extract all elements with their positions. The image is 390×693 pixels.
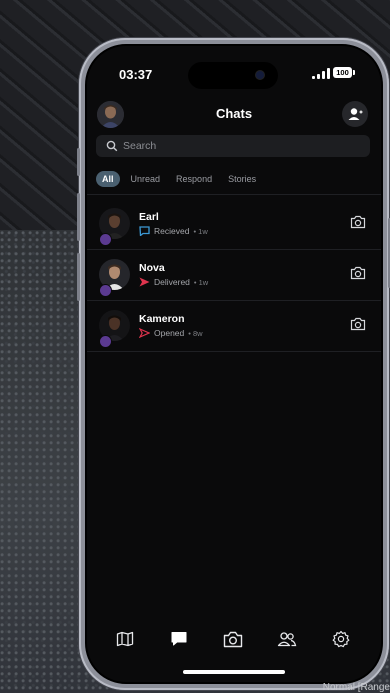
search-placeholder: Search <box>123 140 157 152</box>
add-friend-button[interactable] <box>342 101 368 127</box>
home-indicator[interactable] <box>183 670 285 674</box>
filter-stories[interactable]: Stories <box>223 171 261 187</box>
volume-up-button <box>77 193 80 241</box>
reply-camera-button[interactable] <box>350 215 366 234</box>
camera-icon <box>223 631 243 647</box>
phone-frame: 03:37 100 Chats Search All Unread Respon… <box>77 38 390 690</box>
battery-icon: 100 <box>333 67 355 78</box>
status-time: 03:37 <box>119 67 153 82</box>
chat-name: Kameron <box>139 313 185 325</box>
map-icon <box>116 631 134 647</box>
camera-icon <box>350 317 366 331</box>
filter-unread[interactable]: Unread <box>126 171 166 187</box>
chat-name: Nova <box>139 262 165 274</box>
chat-row-earl[interactable]: Earl Recieved • 1w <box>87 199 381 249</box>
reply-camera-button[interactable] <box>350 317 366 336</box>
settings-icon <box>332 630 350 648</box>
tab-settings[interactable] <box>329 628 353 650</box>
tab-friends[interactable] <box>275 628 299 650</box>
send-arrow-filled-icon <box>139 277 150 287</box>
chat-status: Opened • 8w <box>139 328 203 338</box>
chat-name: Earl <box>139 211 159 223</box>
divider <box>87 194 381 195</box>
status-ago: • 1w <box>193 277 209 287</box>
status-text: Delivered <box>154 277 190 287</box>
phone-screen: 03:37 100 Chats Search All Unread Respon… <box>85 44 383 684</box>
tab-map[interactable] <box>113 628 137 650</box>
friends-icon <box>277 632 297 647</box>
search-input[interactable]: Search <box>96 135 370 157</box>
game-overlay-text: Normal [Range <box>322 682 390 693</box>
filter-all[interactable]: All <box>96 171 120 187</box>
chat-row-nova[interactable]: Nova Delivered • 1w <box>87 250 381 300</box>
dynamic-island <box>188 62 278 89</box>
camera-icon <box>350 266 366 280</box>
send-arrow-outline-icon <box>139 328 150 338</box>
chat-row-kameron[interactable]: Kameron Opened • 8w <box>87 301 381 351</box>
status-text: Recieved <box>154 226 190 236</box>
reply-camera-button[interactable] <box>350 266 366 285</box>
chat-icon <box>171 632 187 646</box>
page-title: Chats <box>215 106 253 121</box>
chat-status: Recieved • 1w <box>139 226 208 236</box>
status-bar: 03:37 100 <box>87 46 381 90</box>
filter-respond[interactable]: Respond <box>171 171 217 187</box>
filter-chips: All Unread Respond Stories <box>96 170 261 188</box>
camera-icon <box>350 215 366 229</box>
front-camera-icon <box>256 71 264 79</box>
signal-icon <box>312 68 330 79</box>
status-ago: • 1w <box>193 226 208 236</box>
divider <box>87 351 381 352</box>
tab-chat[interactable] <box>167 628 191 650</box>
chat-status: Delivered • 1w <box>139 277 208 287</box>
bottom-tab-bar <box>87 624 381 654</box>
header: Chats <box>87 96 381 132</box>
add-friend-icon <box>348 108 363 120</box>
chat-bubble-outline-icon <box>139 226 150 236</box>
status-text: Opened <box>154 328 185 338</box>
bitmoji-badge <box>99 284 112 297</box>
status-ago: • 8w <box>188 328 203 338</box>
volume-down-button <box>77 253 80 301</box>
bitmoji-badge <box>99 233 112 246</box>
bitmoji-badge <box>99 335 112 348</box>
tab-camera[interactable] <box>221 628 245 650</box>
action-button <box>77 148 80 176</box>
search-icon <box>106 140 118 152</box>
